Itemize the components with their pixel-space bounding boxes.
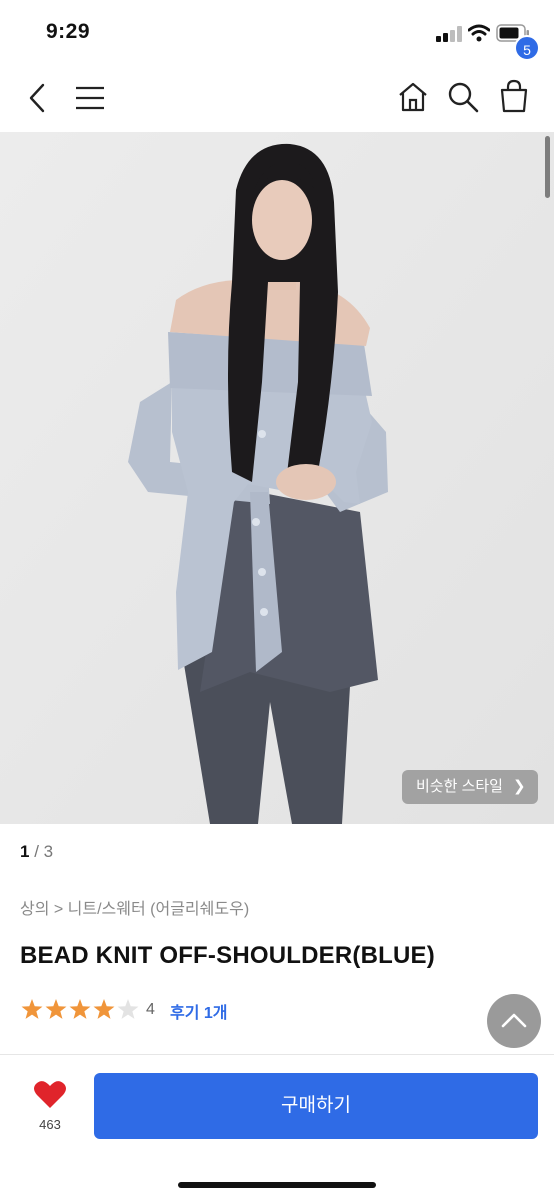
shopping-bag-icon[interactable] xyxy=(496,78,532,114)
similar-style-button[interactable]: 비슷한 스타일 ❯ xyxy=(402,770,538,804)
cellular-signal-icon xyxy=(436,26,462,42)
category-breadcrumb[interactable]: 상의 > 니트/스웨터 (어글리쉐도우) xyxy=(20,895,249,919)
buy-button[interactable]: 구매하기 xyxy=(94,1073,538,1139)
product-title: BEAD KNIT OFF-SHOULDER(BLUE) xyxy=(20,942,435,969)
chevron-right-icon: ❯ xyxy=(512,778,526,795)
status-bar: 9:29 xyxy=(0,0,554,62)
rating-stars xyxy=(21,999,139,1019)
heart-icon xyxy=(34,1081,66,1108)
search-icon[interactable] xyxy=(446,80,480,114)
star-filled-icon xyxy=(45,999,67,1019)
model-photo-illustration xyxy=(0,132,554,824)
rating-score: 4 xyxy=(146,1001,155,1018)
similar-style-label: 비슷한 스타일 xyxy=(416,778,503,795)
wifi-icon xyxy=(468,24,490,42)
like-button[interactable]: 463 xyxy=(26,1080,74,1136)
chevron-up-icon xyxy=(501,1013,527,1028)
page-scrollbar[interactable] xyxy=(545,136,550,198)
star-filled-icon xyxy=(69,999,91,1019)
hamburger-menu-icon[interactable] xyxy=(74,84,106,112)
like-count: 463 xyxy=(39,1117,61,1132)
image-pager: 1 / 3 xyxy=(20,842,53,862)
product-image[interactable] xyxy=(0,132,554,824)
scroll-to-top-button[interactable] xyxy=(487,994,541,1048)
pager-separator: / xyxy=(29,842,44,861)
reviews-link[interactable]: 후기 1개 xyxy=(170,999,228,1023)
star-filled-icon xyxy=(21,999,43,1019)
pager-total: 3 xyxy=(43,842,54,861)
home-indicator xyxy=(178,1182,376,1188)
top-nav-bar xyxy=(0,62,554,132)
cart-count-badge: 5 xyxy=(514,35,540,61)
star-filled-icon xyxy=(93,999,115,1019)
status-time: 9:29 xyxy=(46,20,91,43)
star-empty-icon xyxy=(117,999,139,1019)
home-icon[interactable] xyxy=(396,80,430,114)
back-arrow-icon[interactable] xyxy=(24,82,52,114)
bottom-bar-divider xyxy=(0,1054,554,1055)
